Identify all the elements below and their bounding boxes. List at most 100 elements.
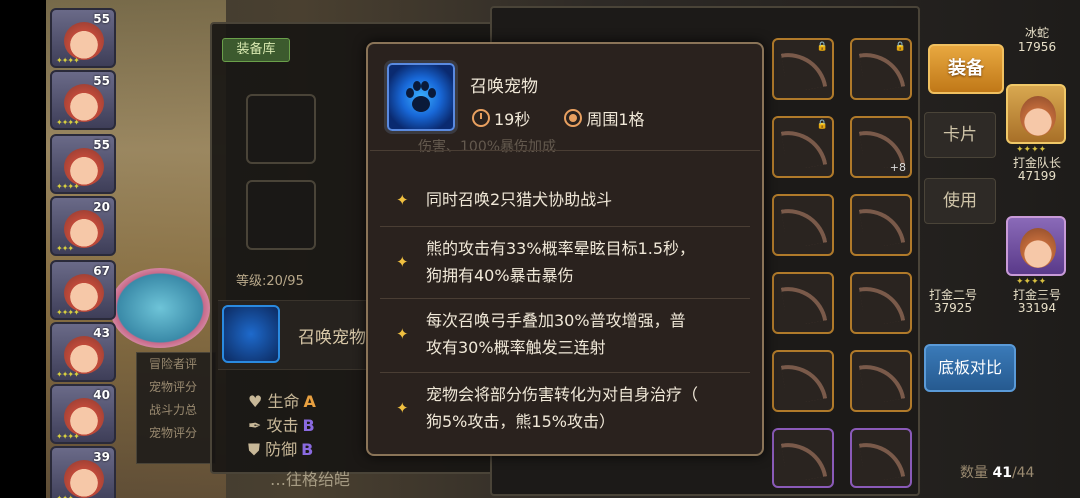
hero-level: 55 — [93, 12, 110, 26]
line-text: 宠物会将部分伤害转化为对自身治疗（ — [426, 385, 699, 404]
hero-slot[interactable]: 55 ✦✦✦✦ — [50, 70, 116, 130]
inventory-item[interactable]: +8 — [850, 116, 912, 178]
tooltip-meta: 19秒 周围1格 — [472, 106, 645, 130]
lock-icon: 🔒 — [816, 42, 828, 52]
inventory-item[interactable] — [772, 194, 834, 256]
bow-icon — [780, 202, 828, 250]
character-avatar — [1020, 96, 1056, 136]
line-text: 同时召唤2只猎犬协助战斗 — [426, 190, 613, 209]
hero-avatar — [64, 148, 104, 186]
hero-slot[interactable]: 39 ✦✦✦ — [50, 446, 116, 498]
bow-icon — [780, 436, 828, 484]
bow-icon — [858, 436, 906, 484]
stat-label: 防御 — [265, 440, 298, 459]
hero-slot[interactable]: 55 ✦✦✦✦ — [50, 134, 116, 194]
bow-icon — [780, 358, 828, 406]
inventory-item[interactable]: 🔒 — [772, 38, 834, 100]
hero-level: 40 — [93, 388, 110, 402]
description-line: ✦ 熊的攻击有33%概率晕眩目标1.5秒， 狗拥有40%暴击暴伤 — [380, 227, 750, 299]
inventory-item[interactable] — [772, 428, 834, 488]
stat-label: 生命 — [267, 392, 300, 411]
count-value: 41 — [992, 465, 1012, 481]
character-card[interactable]: ✦✦✦✦ 打金三号 33194 — [1000, 216, 1070, 316]
hero-slot[interactable]: 55 ✦✦✦✦ — [50, 8, 116, 68]
bow-icon — [858, 280, 906, 328]
hero-stars: ✦✦✦✦ — [56, 308, 80, 317]
description-line: ✦ 每次召唤弓手叠加30%普攻增强，普 攻有30%概率触发三连射 — [380, 299, 750, 373]
hero-stars: ✦✦✦✦ — [56, 56, 80, 65]
stat-hp: ♥ 生命 A — [248, 388, 316, 412]
bow-icon — [858, 202, 906, 250]
tooltip-description: ✦ 同时召唤2只猎犬协助战斗 ✦ 熊的攻击有33%概率晕眩目标1.5秒， 狗拥有40%… — [370, 150, 760, 452]
count-total: /44 — [1011, 465, 1035, 481]
character-card[interactable]: ✦✦✦✦ 打金队长 47199 — [1000, 84, 1070, 184]
character-avatar — [1020, 228, 1056, 268]
inventory-item[interactable]: 🔒 — [850, 38, 912, 100]
stat-grade: A — [303, 392, 316, 411]
hero-avatar — [64, 460, 104, 498]
sword-icon: ✒ — [248, 416, 267, 435]
hero-avatar — [64, 22, 104, 60]
inventory-item[interactable] — [850, 272, 912, 334]
inventory-item[interactable] — [850, 350, 912, 412]
hero-stars: ✦✦✦✦ — [56, 370, 80, 379]
clock-icon — [472, 109, 490, 127]
line-text: 狗5%攻击，熊15%攻击） — [426, 412, 615, 431]
hero-level: 39 — [93, 450, 110, 464]
upgrade-badge: +8 — [889, 161, 906, 174]
hero-stars: ✦✦✦✦ — [56, 182, 80, 191]
line-text: 狗拥有40%暴击暴伤 — [426, 266, 574, 285]
range: 周围1格 — [586, 110, 645, 129]
target-icon — [564, 109, 583, 127]
hero-stars: ✦✦✦✦ — [56, 118, 80, 127]
character-card[interactable]: 打金二号 37925 — [916, 216, 986, 316]
lock-icon: 🔒 — [894, 42, 906, 52]
line-text: 攻有30%概率触发三连射 — [426, 338, 606, 357]
tab-equipment-library[interactable]: 装备库 — [222, 38, 290, 62]
heart-icon: ♥ — [248, 392, 268, 411]
info-line: 宠物评分 — [149, 426, 198, 440]
hero-level: 67 — [93, 264, 110, 278]
game-screen: 55 ✦✦✦✦ 55 ✦✦✦✦ 55 ✦✦✦✦ 20 ✦✦✦ 67 ✦✦✦✦ 43 ✦✦✦✦… — [0, 0, 1080, 498]
sparkle-icon: ✦ — [396, 399, 409, 417]
stat-grade: B — [301, 440, 314, 459]
hero-slot[interactable]: 67 ✦✦✦✦ — [50, 260, 116, 320]
tooltip-title: 召唤宠物 — [470, 77, 538, 97]
hero-avatar — [64, 398, 104, 436]
line-text: 熊的攻击有33%概率晕眩目标1.5秒， — [426, 239, 696, 258]
bow-slot[interactable] — [246, 94, 316, 164]
bow-icon — [780, 124, 828, 172]
hero-stars: ✦✦✦ — [56, 494, 74, 498]
sparkle-icon: ✦ — [396, 325, 409, 343]
stat-label: 攻击 — [266, 416, 299, 435]
armor-slot[interactable] — [246, 180, 316, 250]
inventory-item[interactable] — [850, 428, 912, 488]
bow-icon — [858, 358, 906, 406]
hero-slot[interactable]: 20 ✦✦✦ — [50, 196, 116, 256]
hero-level: 20 — [93, 200, 110, 214]
card-button[interactable]: 卡片 — [924, 112, 996, 158]
info-line: 冒险者评 — [149, 357, 198, 371]
inventory-item[interactable] — [772, 272, 834, 334]
bow-icon — [858, 46, 906, 94]
inventory-item[interactable] — [772, 350, 834, 412]
line-text: 每次召唤弓手叠加30%普攻增强，普 — [426, 311, 686, 330]
hero-avatar — [64, 274, 104, 312]
bow-icon — [780, 46, 828, 94]
bottom-hint: …往格绐皑 — [270, 470, 351, 489]
bow-icon — [780, 280, 828, 328]
description-line: ✦ 同时召唤2只猎犬协助战斗 — [380, 173, 750, 227]
description-line: ✦ 宠物会将部分伤害转化为对自身治疗（ 狗5%攻击，熊15%攻击） — [380, 373, 750, 447]
equip-button[interactable]: 装备 — [928, 44, 1004, 94]
character-name: 冰蛇 — [1024, 26, 1049, 40]
inventory-item[interactable] — [850, 194, 912, 256]
character-power: 37925 — [933, 301, 973, 315]
inventory-item[interactable]: 🔒 — [772, 116, 834, 178]
compare-button[interactable]: 底板对比 — [924, 344, 1016, 392]
paw-icon — [222, 305, 280, 363]
hero-slot[interactable]: 40 ✦✦✦✦ — [50, 384, 116, 444]
hero-level: 55 — [93, 74, 110, 88]
hero-slot[interactable]: 43 ✦✦✦✦ — [50, 322, 116, 382]
stat-attack: ✒ 攻击 B — [248, 412, 315, 436]
sparkle-icon: ✦ — [396, 253, 409, 271]
